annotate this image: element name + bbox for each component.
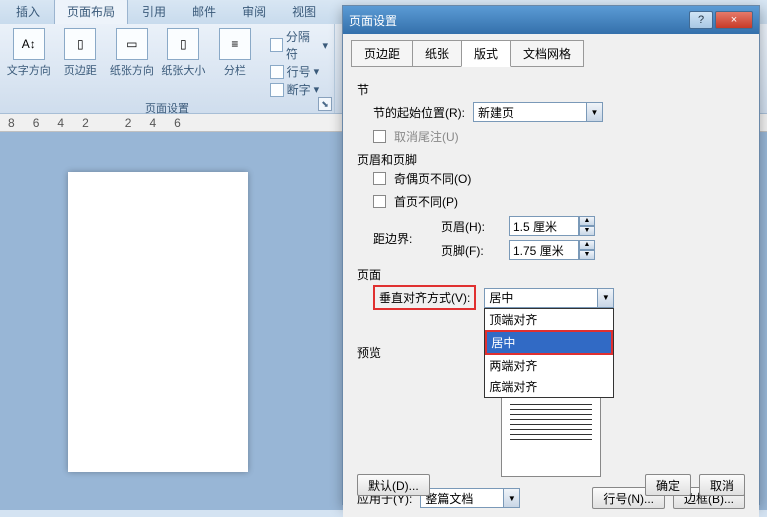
first-page-checkbox[interactable]: [373, 195, 386, 208]
hyphen-icon: [270, 83, 284, 97]
footer-dist-input[interactable]: [509, 240, 579, 260]
preview-lines-icon: [510, 400, 592, 444]
close-button[interactable]: ×: [715, 11, 753, 29]
up-arrow-icon[interactable]: ▲: [579, 216, 595, 226]
breaks-icon: [270, 38, 283, 52]
dialog-body: 节 节的起始位置(R): 新建页 ▼ 取消尾注(U) 页眉和页脚 奇偶页不同(O…: [343, 67, 759, 517]
header-dist-label: 页眉(H):: [441, 218, 501, 235]
headers-footers-label: 页眉和页脚: [357, 151, 745, 168]
tab-references[interactable]: 引用: [130, 0, 178, 24]
valign-dropdown: 顶端对齐 居中 两端对齐 底端对齐: [484, 308, 614, 398]
cancel-button[interactable]: 取消: [699, 474, 745, 496]
text-direction-icon: A↕: [13, 28, 45, 60]
up-arrow-icon[interactable]: ▲: [579, 240, 595, 250]
dialog-launcher-icon[interactable]: ⬊: [318, 97, 332, 111]
dialog-titlebar[interactable]: 页面设置 ? ×: [343, 6, 759, 34]
dialog-footer: 默认(D)... 确定 取消: [357, 474, 745, 496]
margins-button[interactable]: ▯ 页边距: [58, 28, 104, 98]
mini-stack: 分隔符▾ 行号▾ 断字▾: [270, 28, 328, 98]
section-start-combo[interactable]: 新建页 ▼: [473, 102, 603, 122]
ribbon-buttons: A↕ 文字方向 ▯ 页边距 ▭ 纸张方向 ▯ 纸张大小 ≡ 分栏 分隔符▾ 行号…: [6, 28, 328, 98]
columns-icon: ≡: [219, 28, 251, 60]
orientation-icon: ▭: [116, 28, 148, 60]
title-controls: ? ×: [689, 11, 753, 29]
dtab-margins[interactable]: 页边距: [351, 40, 413, 67]
chevron-down-icon: ▼: [586, 103, 602, 121]
hyphenation-button[interactable]: 断字▾: [270, 81, 328, 98]
group-page-setup: A↕ 文字方向 ▯ 页边距 ▭ 纸张方向 ▯ 纸张大小 ≡ 分栏 分隔符▾ 行号…: [0, 24, 335, 113]
columns-button[interactable]: ≡ 分栏: [212, 28, 258, 98]
dtab-docgrid[interactable]: 文档网格: [510, 40, 584, 67]
size-icon: ▯: [167, 28, 199, 60]
section-label: 节: [357, 81, 745, 98]
valign-opt-top[interactable]: 顶端对齐: [485, 309, 613, 330]
tab-insert[interactable]: 插入: [4, 0, 52, 24]
linenumbers-button[interactable]: 行号▾: [270, 63, 328, 80]
orientation-button[interactable]: ▭ 纸张方向: [109, 28, 155, 98]
dialog-title: 页面设置: [349, 12, 689, 29]
odd-even-checkbox[interactable]: [373, 172, 386, 185]
help-button[interactable]: ?: [689, 11, 713, 29]
size-button[interactable]: ▯ 纸张大小: [161, 28, 207, 98]
document-page[interactable]: [68, 172, 248, 472]
linenum-icon: [270, 65, 284, 79]
group-title: 页面设置: [145, 98, 189, 118]
tab-view[interactable]: 视图: [280, 0, 328, 24]
dialog-tabs: 页边距 纸张 版式 文档网格: [343, 34, 759, 67]
tab-page-layout[interactable]: 页面布局: [54, 0, 128, 24]
first-page-label: 首页不同(P): [394, 193, 458, 210]
breaks-button[interactable]: 分隔符▾: [270, 28, 328, 62]
text-direction-button[interactable]: A↕ 文字方向: [6, 28, 52, 98]
ok-button[interactable]: 确定: [645, 474, 691, 496]
header-dist-input[interactable]: [509, 216, 579, 236]
margins-icon: ▯: [64, 28, 96, 60]
dtab-paper[interactable]: 纸张: [412, 40, 462, 67]
footer-dist-spinner[interactable]: ▲▼: [509, 240, 595, 260]
down-arrow-icon[interactable]: ▼: [579, 250, 595, 260]
header-dist-spinner[interactable]: ▲▼: [509, 216, 595, 236]
down-arrow-icon[interactable]: ▼: [579, 226, 595, 236]
valign-opt-bottom[interactable]: 底端对齐: [485, 376, 613, 397]
tab-review[interactable]: 审阅: [230, 0, 278, 24]
tab-mailings[interactable]: 邮件: [180, 0, 228, 24]
valign-opt-justify[interactable]: 两端对齐: [485, 355, 613, 376]
page-section-label: 页面: [357, 266, 745, 283]
valign-combo[interactable]: 居中 ▼ 顶端对齐 居中 两端对齐 底端对齐: [484, 288, 614, 308]
valign-label: 垂直对齐方式(V):: [373, 285, 476, 310]
default-button[interactable]: 默认(D)...: [357, 474, 430, 496]
suppress-endnotes-checkbox[interactable]: [373, 130, 386, 143]
dtab-layout[interactable]: 版式: [461, 40, 511, 67]
odd-even-label: 奇偶页不同(O): [394, 170, 471, 187]
suppress-endnotes-label: 取消尾注(U): [394, 128, 459, 145]
valign-opt-center[interactable]: 居中: [485, 330, 613, 355]
chevron-down-icon: ▼: [597, 289, 613, 307]
footer-dist-label: 页脚(F):: [441, 242, 501, 259]
section-start-label: 节的起始位置(R):: [373, 104, 465, 121]
page-setup-dialog: 页面设置 ? × 页边距 纸张 版式 文档网格 节 节的起始位置(R): 新建页…: [342, 5, 760, 505]
from-edge-label: 距边界:: [373, 230, 433, 247]
